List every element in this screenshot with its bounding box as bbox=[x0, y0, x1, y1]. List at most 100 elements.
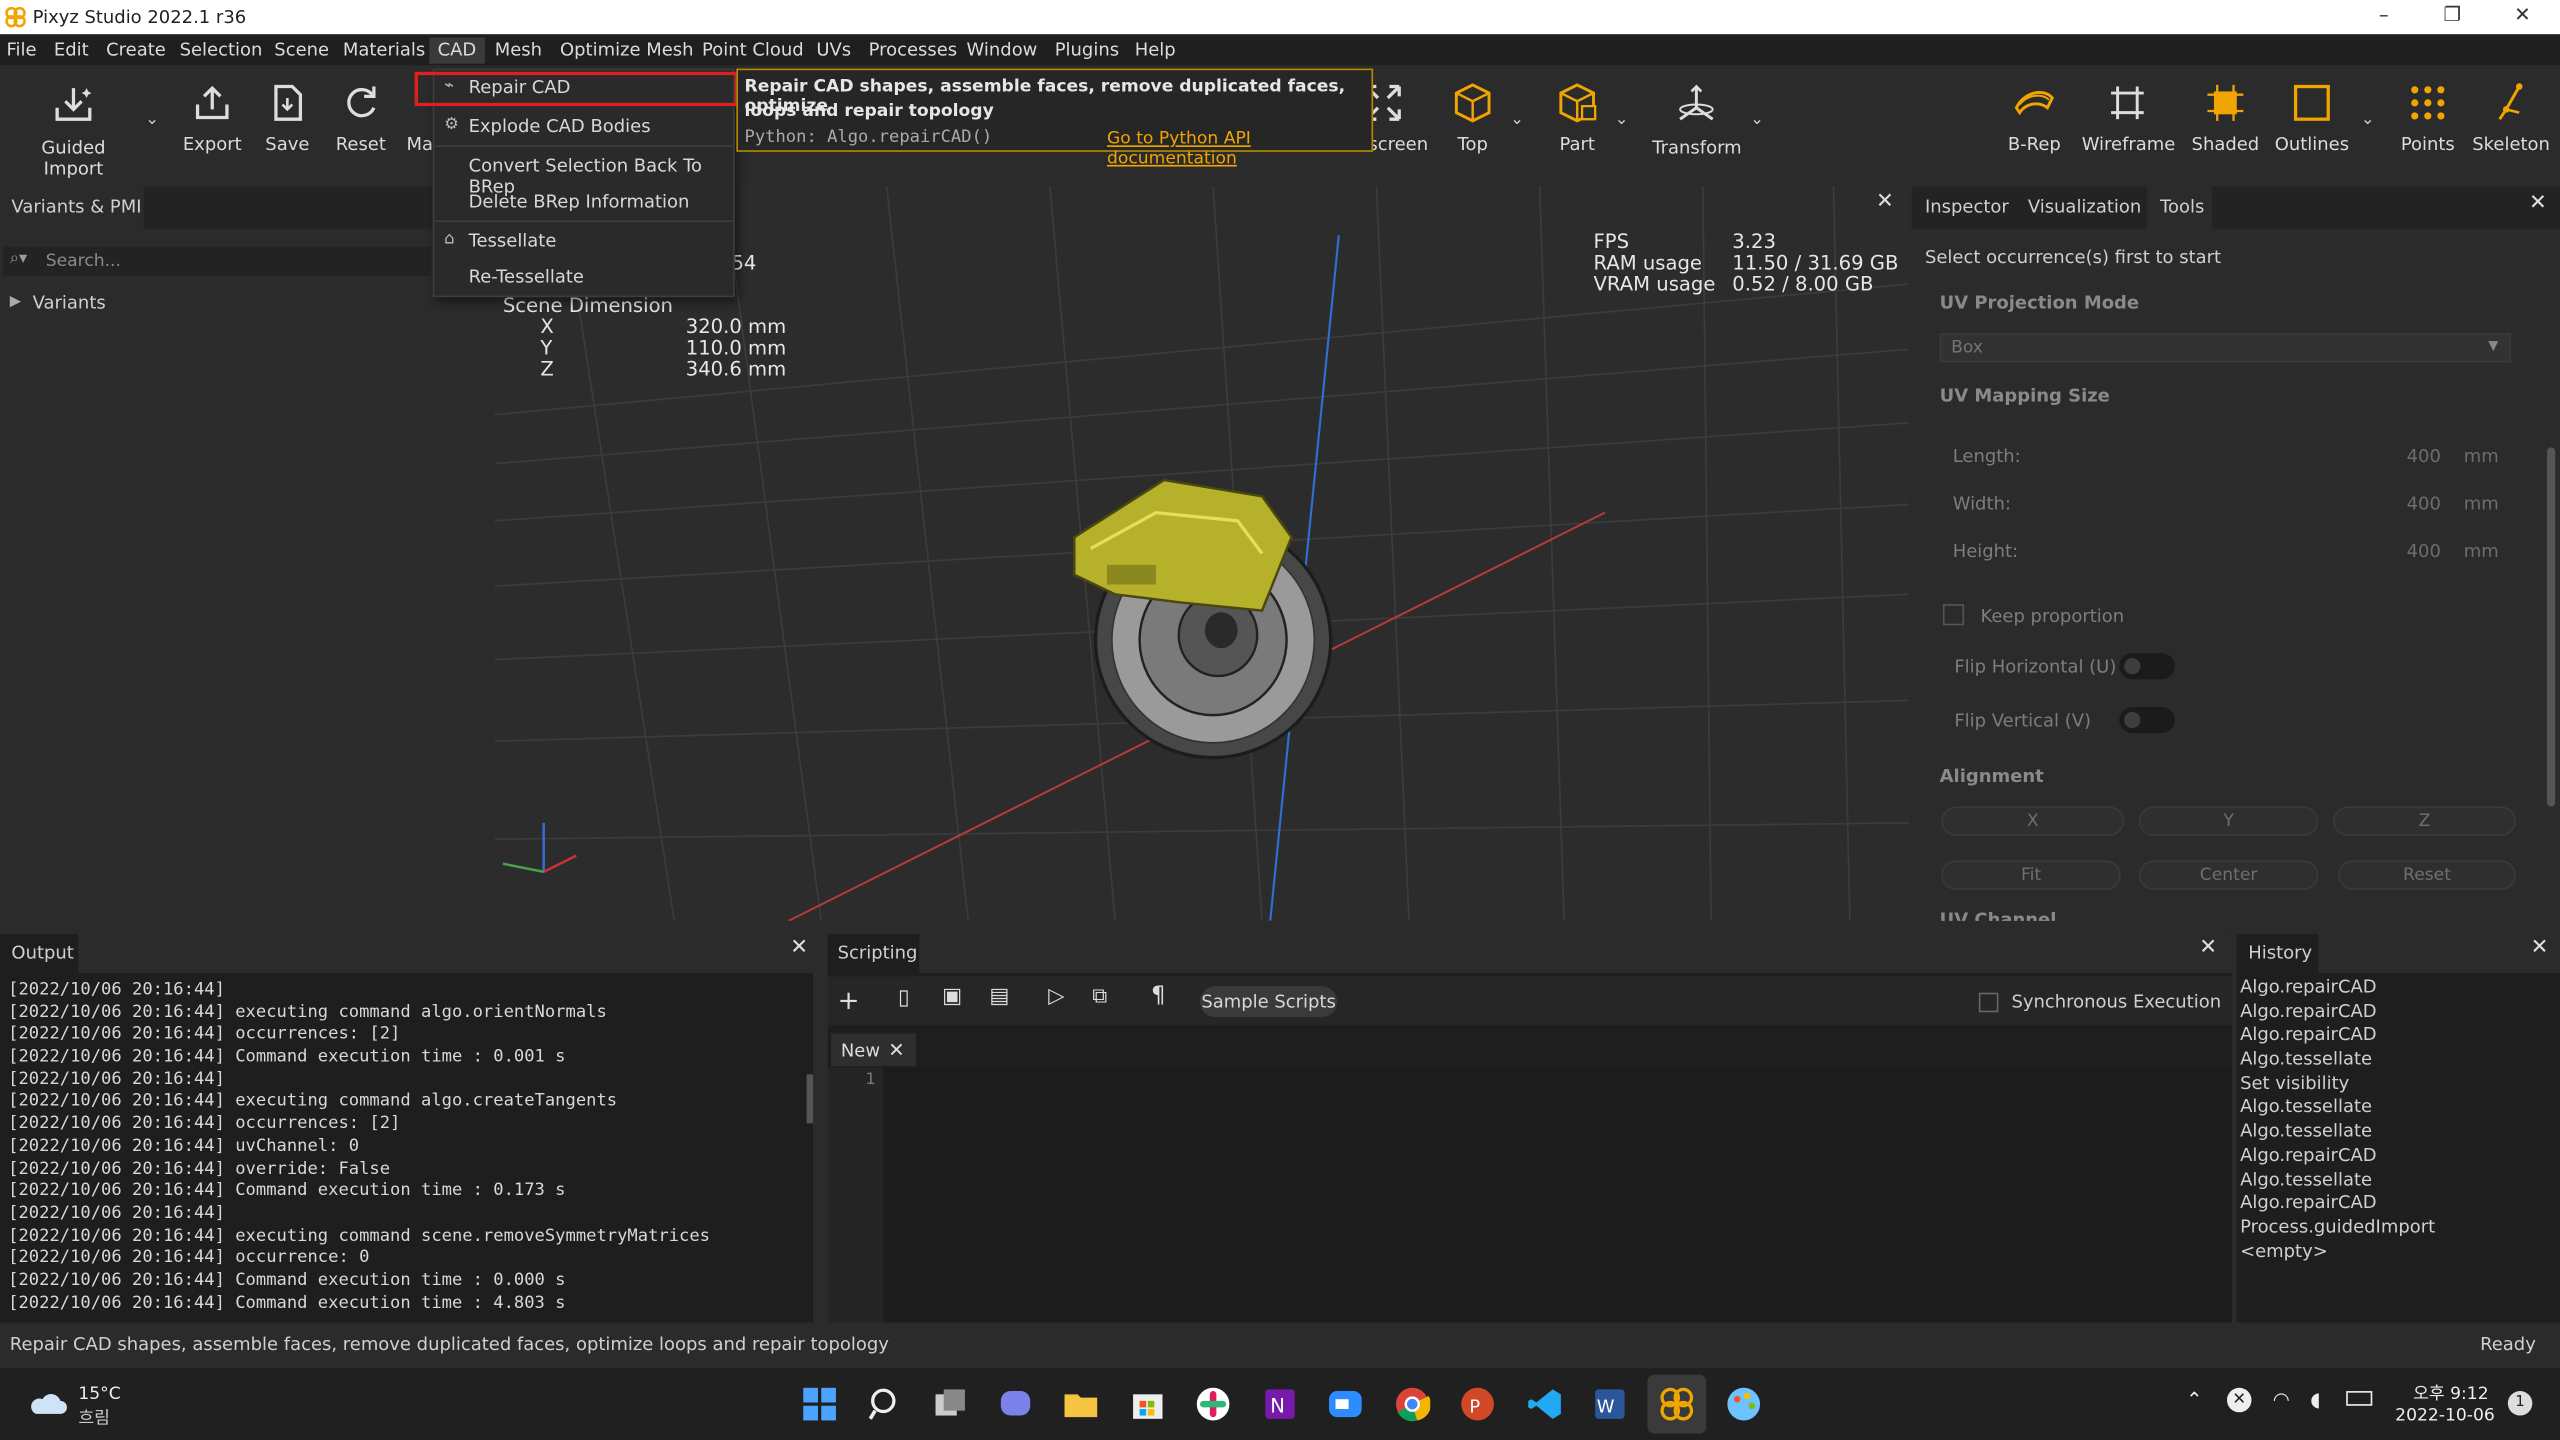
save-as-script-icon[interactable]: ▤ bbox=[989, 985, 1009, 1009]
history-item[interactable]: Process.guidedImport bbox=[2240, 1216, 2550, 1240]
menu-uvs[interactable]: UVs bbox=[816, 39, 851, 60]
reset-button[interactable]: Reset bbox=[331, 82, 390, 155]
height-input[interactable]: 400 bbox=[2407, 540, 2441, 561]
menu-item-repair-cad[interactable]: Repair CAD bbox=[469, 77, 571, 98]
tab-new-script[interactable]: New ✕ bbox=[831, 1033, 916, 1067]
chevron-down-icon[interactable]: ⌄ bbox=[1510, 111, 1524, 129]
tree-item-variants[interactable]: Variants bbox=[33, 292, 106, 313]
history-item[interactable]: Algo.repairCAD bbox=[2240, 1192, 2550, 1216]
expand-arrow-icon[interactable]: ▶ bbox=[10, 294, 21, 310]
chevron-down-icon[interactable]: ⌄ bbox=[1615, 111, 1629, 129]
close-window-button[interactable]: ✕ bbox=[2490, 3, 2555, 26]
history-item[interactable]: Algo.repairCAD bbox=[2240, 1144, 2550, 1168]
top-view-button[interactable]: Top bbox=[1447, 82, 1499, 155]
history-item[interactable]: <empty> bbox=[2240, 1240, 2550, 1264]
history-item[interactable]: Algo.tessellate bbox=[2240, 1048, 2550, 1072]
menu-window[interactable]: Window bbox=[967, 39, 1038, 60]
tab-scripting[interactable]: Scripting bbox=[827, 933, 920, 977]
menu-scene[interactable]: Scene bbox=[274, 39, 329, 60]
file-explorer-icon[interactable] bbox=[1063, 1386, 1099, 1422]
chat-icon[interactable] bbox=[998, 1386, 1034, 1422]
menu-help[interactable]: Help bbox=[1135, 39, 1176, 60]
chrome-icon[interactable] bbox=[1394, 1386, 1431, 1422]
menu-plugins[interactable]: Plugins bbox=[1055, 39, 1119, 60]
run-selection-icon[interactable]: ⧉ bbox=[1092, 985, 1107, 1009]
menu-file[interactable]: File bbox=[7, 39, 37, 60]
flip-horizontal-toggle[interactable] bbox=[2119, 653, 2175, 680]
battery-icon[interactable] bbox=[2346, 1391, 2373, 1406]
sample-scripts-button[interactable]: Sample Scripts bbox=[1200, 986, 1338, 1018]
save-script-icon[interactable]: ▣ bbox=[942, 985, 962, 1009]
tab-inspector[interactable]: Inspector bbox=[1925, 196, 2009, 217]
menu-item-re-tessellate[interactable]: Re-Tessellate bbox=[469, 266, 584, 287]
wifi-icon[interactable]: ◠ bbox=[2273, 1388, 2290, 1411]
history-item[interactable]: Algo.tessellate bbox=[2240, 1168, 2550, 1192]
word-icon[interactable]: W bbox=[1592, 1386, 1628, 1422]
tab-visualization[interactable]: Visualization bbox=[2028, 196, 2141, 217]
history-item[interactable]: Algo.tessellate bbox=[2240, 1096, 2550, 1120]
points-button[interactable]: Points bbox=[2397, 82, 2459, 155]
center-button[interactable]: Center bbox=[2138, 860, 2319, 890]
show-whitespace-icon[interactable]: ¶ bbox=[1151, 983, 1166, 1009]
menu-processes[interactable]: Processes bbox=[869, 39, 958, 60]
search-icon[interactable] bbox=[867, 1386, 903, 1422]
length-input[interactable]: 400 bbox=[2407, 446, 2441, 467]
menu-cad[interactable]: CAD bbox=[429, 37, 485, 64]
task-view-icon[interactable] bbox=[932, 1386, 968, 1422]
skeleton-button[interactable]: Skeleton bbox=[2472, 82, 2550, 155]
menu-materials[interactable]: Materials bbox=[343, 39, 425, 60]
align-x-button[interactable]: X bbox=[1941, 806, 2125, 836]
export-button[interactable]: Export bbox=[180, 82, 245, 155]
save-button[interactable]: Save bbox=[258, 82, 317, 155]
outlines-button[interactable]: Outlines bbox=[2274, 82, 2349, 155]
synchronous-execution-checkbox[interactable] bbox=[1978, 992, 1999, 1013]
antivirus-icon[interactable]: ✕ bbox=[2227, 1387, 2252, 1413]
paint-icon[interactable] bbox=[1726, 1386, 1762, 1422]
onenote-icon[interactable]: N bbox=[1262, 1386, 1298, 1422]
align-reset-button[interactable]: Reset bbox=[2338, 860, 2516, 890]
menu-item-tessellate[interactable]: Tessellate bbox=[469, 230, 557, 251]
align-y-button[interactable]: Y bbox=[2138, 806, 2319, 836]
uv-projection-select[interactable]: Box ▼ bbox=[1939, 333, 2512, 363]
store-icon[interactable] bbox=[1130, 1386, 1166, 1422]
close-history-button[interactable]: ✕ bbox=[2531, 936, 2549, 960]
slack-icon[interactable] bbox=[1195, 1386, 1231, 1422]
align-z-button[interactable]: Z bbox=[2333, 806, 2516, 836]
search-input[interactable]: Search... bbox=[46, 251, 121, 271]
history-item[interactable]: Algo.repairCAD bbox=[2240, 1024, 2550, 1048]
menu-mesh[interactable]: Mesh bbox=[495, 39, 542, 60]
menu-edit[interactable]: Edit bbox=[54, 39, 89, 60]
output-scrollbar[interactable] bbox=[806, 1074, 814, 1124]
tab-tools[interactable]: Tools bbox=[2147, 186, 2213, 229]
menu-selection[interactable]: Selection bbox=[180, 39, 263, 60]
width-input[interactable]: 400 bbox=[2407, 493, 2441, 514]
pixyz-taskbar-icon[interactable] bbox=[1659, 1386, 1695, 1422]
tab-variants-pmi[interactable]: Variants & PMI bbox=[0, 186, 144, 229]
minimize-button[interactable]: – bbox=[2351, 3, 2416, 26]
history-item[interactable]: Algo.repairCAD bbox=[2240, 1000, 2550, 1024]
python-doc-link[interactable]: Go to Python API documentation bbox=[1107, 129, 1371, 168]
shaded-button[interactable]: Shaded bbox=[2188, 82, 2263, 155]
clock-time[interactable]: 오후 9:12 bbox=[2413, 1381, 2489, 1405]
chevron-down-icon[interactable]: ⌄ bbox=[145, 111, 159, 129]
chevron-up-icon[interactable]: ⌃ bbox=[2186, 1388, 2202, 1411]
close-output-button[interactable]: ✕ bbox=[790, 936, 808, 960]
keep-proportion-checkbox[interactable] bbox=[1942, 604, 1965, 626]
brake-model[interactable] bbox=[1073, 478, 1333, 760]
zoom-icon[interactable] bbox=[1327, 1386, 1363, 1422]
menu-create[interactable]: Create bbox=[106, 39, 166, 60]
windows-start-icon[interactable] bbox=[802, 1386, 838, 1422]
tab-output[interactable]: Output bbox=[0, 933, 79, 977]
guided-import-button[interactable]: Guided Import bbox=[10, 82, 137, 180]
flip-vertical-toggle[interactable] bbox=[2119, 706, 2175, 734]
menu-item-explode-cad-bodies[interactable]: Explode CAD Bodies bbox=[469, 116, 651, 137]
menu-optimize-mesh[interactable]: Optimize Mesh bbox=[560, 39, 694, 60]
clock-date[interactable]: 2022-10-06 bbox=[2395, 1406, 2495, 1426]
history-item[interactable]: Set visibility bbox=[2240, 1072, 2550, 1096]
fit-button[interactable]: Fit bbox=[1941, 860, 2121, 890]
transform-button[interactable]: Transform bbox=[1652, 82, 1742, 158]
new-script-icon[interactable]: + bbox=[838, 985, 860, 1016]
history-item[interactable]: Algo.repairCAD bbox=[2240, 976, 2550, 1000]
script-editor[interactable] bbox=[883, 1067, 2232, 1323]
panel-scrollbar[interactable] bbox=[2547, 447, 2556, 807]
